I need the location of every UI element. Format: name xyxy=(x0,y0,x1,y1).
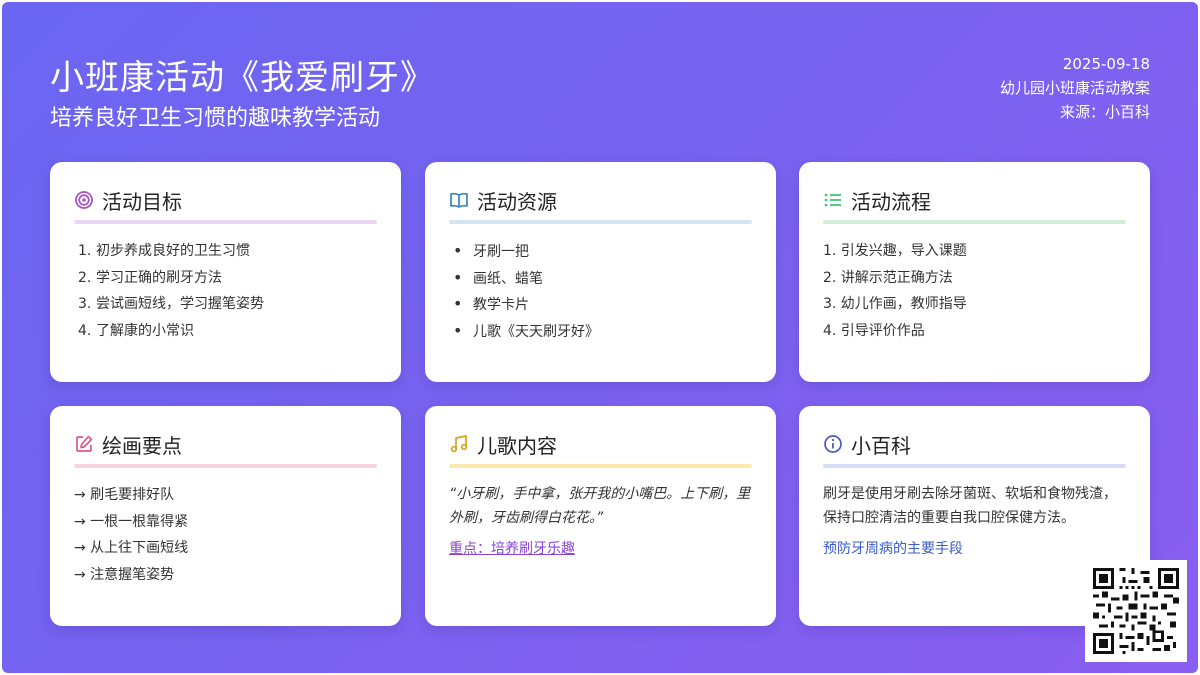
drawing-title: 绘画要点 xyxy=(102,433,182,458)
song-divider xyxy=(449,464,752,468)
music-icon xyxy=(449,434,469,454)
resources-list: 牙刷一把 画纸、蜡笔 教学卡片 儿歌《天天刷牙好》 xyxy=(449,238,752,345)
list-item: → 一根一根靠得紧 xyxy=(74,513,189,530)
list-item: 儿歌《天天刷牙好》 xyxy=(449,318,752,345)
list-item: → 注意握笔姿势 xyxy=(74,567,175,584)
book-icon xyxy=(449,190,469,210)
process-divider xyxy=(823,220,1126,224)
list-item: 1. 初步养成良好的卫生习惯 xyxy=(78,243,250,259)
target-icon xyxy=(74,190,94,210)
slide-background: 小班康活动《我爱刷牙》 培养良好卫生习惯的趣味教学活动 2025-09-18 幼… xyxy=(2,2,1198,673)
drawing-divider xyxy=(74,464,377,468)
list-item: 1. 引发兴趣，导入课题 xyxy=(823,243,967,259)
wiki-link[interactable]: 预防牙周病的主要手段 xyxy=(823,538,963,558)
list-item: 4. 了解康的小常识 xyxy=(78,323,194,340)
drawing-card: 绘画要点 → 刷毛要排好队 → 一根一根靠得紧 → 从上往下画短线 → 注意握笔… xyxy=(50,406,401,626)
list-item: 3. 幼儿作画，教师指导 xyxy=(823,296,967,313)
page-title: 小班康活动《我爱刷牙》 xyxy=(50,58,435,98)
edit-icon xyxy=(74,434,94,454)
list-item: 2. 讲解示范正确方法 xyxy=(823,269,953,286)
resources-card: 活动资源 牙刷一把 画纸、蜡笔 教学卡片 儿歌《天天刷牙好》 xyxy=(425,162,776,382)
wiki-text: 刷牙是使用牙刷去除牙菌斑、软垢和食物残渣，保持口腔清洁的重要自我口腔保健方法。 xyxy=(823,486,1117,526)
wiki-divider xyxy=(823,464,1126,468)
process-card: 活动流程 1. 引发兴趣，导入课题 2. 讲解示范正确方法 3. 幼儿作画，教师… xyxy=(799,162,1150,382)
list-item: 教学卡片 xyxy=(449,291,752,318)
goals-card: 活动目标 1. 初步养成良好的卫生习惯 2. 学习正确的刷牙方法 3. 尝试画短线，学… xyxy=(50,162,401,382)
list-item: → 从上往下画短线 xyxy=(74,540,189,557)
qr-code-icon[interactable] xyxy=(1085,560,1187,662)
goals-title: 活动目标 xyxy=(102,189,182,214)
song-lyrics: “小牙刷，手中拿，张开我的小嘴巴。上下刷，里外刷，牙齿刷得白花花。” xyxy=(449,486,751,526)
list-icon xyxy=(823,190,843,210)
song-title: 儿歌内容 xyxy=(477,433,557,458)
wiki-title: 小百科 xyxy=(851,433,911,458)
goals-list: 1. 初步养成良好的卫生习惯 2. 学习正确的刷牙方法 3. 尝试画短线，学习握笔姿势… xyxy=(74,238,377,345)
song-focus-link[interactable]: 重点：培养刷牙乐趣 xyxy=(449,538,575,558)
list-item: 2. 学习正确的刷牙方法 xyxy=(78,269,222,286)
header-meta: 2025-09-18 幼儿园小班康活动教案 来源：小百科 xyxy=(1000,52,1150,124)
qr-pattern xyxy=(1093,568,1179,654)
drawing-list: → 刷毛要排好队 → 一根一根靠得紧 → 从上往下画短线 → 注意握笔姿势 xyxy=(74,482,377,589)
list-item: 3. 尝试画短线，学习握笔姿势 xyxy=(78,296,264,313)
list-item: 画纸、蜡笔 xyxy=(449,265,752,292)
resources-divider xyxy=(449,220,752,224)
date-label: 2025-09-18 xyxy=(1062,55,1150,73)
goals-divider xyxy=(74,220,377,224)
process-title: 活动流程 xyxy=(851,189,931,214)
page-subtitle: 培养良好卫生习惯的趣味教学活动 xyxy=(50,106,381,131)
source-label: 来源：小百科 xyxy=(1059,103,1150,121)
info-icon xyxy=(823,434,843,454)
song-card: 儿歌内容 “小牙刷，手中拿，张开我的小嘴巴。上下刷，里外刷，牙齿刷得白花花。” … xyxy=(425,406,776,626)
list-item: → 刷毛要排好队 xyxy=(74,487,175,503)
category-label: 幼儿园小班康活动教案 xyxy=(999,79,1150,97)
process-list: 1. 引发兴趣，导入课题 2. 讲解示范正确方法 3. 幼儿作画，教师指导 4.… xyxy=(823,238,1126,345)
resources-title: 活动资源 xyxy=(477,189,557,214)
list-item: 牙刷一把 xyxy=(449,238,752,265)
list-item: 4. 引导评价作品 xyxy=(823,323,925,340)
